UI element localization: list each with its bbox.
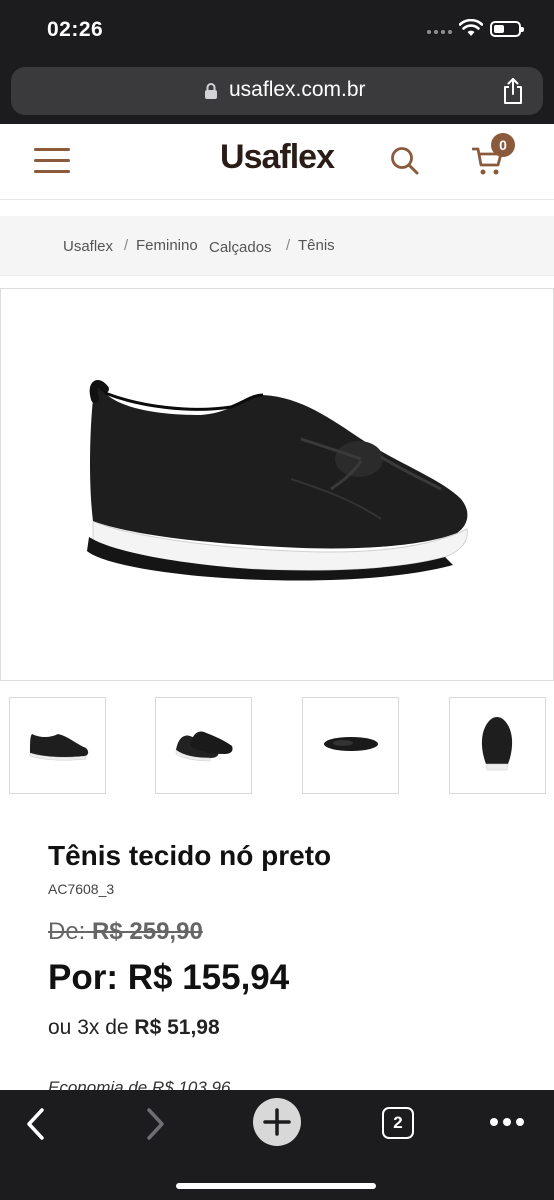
cart-count-badge: 0 [491, 133, 515, 157]
search-icon[interactable] [390, 146, 420, 176]
shoe-thumbnail-image [324, 737, 378, 751]
old-price-value: R$ 259,90 [92, 918, 203, 945]
site-header: Usaflex [0, 124, 554, 200]
forward-arrow-icon[interactable] [143, 1107, 167, 1141]
url-text: usaflex.com.br [229, 78, 366, 101]
breadcrumb: Usaflex / Feminino Calçados / Tênis [0, 216, 554, 276]
thumbnail-side-view[interactable] [9, 697, 106, 794]
ios-top-chrome: 02:26 usaflex.com.br [0, 0, 554, 124]
more-options-icon[interactable] [490, 1118, 524, 1126]
installments-prefix: ou 3x de [48, 1016, 129, 1039]
share-icon[interactable] [502, 77, 524, 105]
site-logo[interactable]: Usaflex [0, 138, 554, 177]
shoe-thumbnail-image [481, 717, 513, 771]
cellular-signal-icon [427, 30, 452, 34]
thumbnail-back-view[interactable] [449, 697, 546, 794]
tabs-count-button[interactable]: 2 [382, 1107, 414, 1139]
thumbnail-pair-view[interactable] [155, 697, 252, 794]
address-bar[interactable]: usaflex.com.br [11, 67, 543, 115]
product-sku: AC7608_3 [48, 881, 115, 897]
lock-icon [205, 83, 217, 99]
thumbnail-sole-view[interactable] [302, 697, 399, 794]
savings-text: Economia de R$ 103,96 [48, 1078, 231, 1090]
breadcrumb-item-calcados[interactable]: Calçados [209, 239, 272, 256]
wifi-icon [459, 19, 483, 36]
installments-value: R$ 51,98 [134, 1016, 220, 1039]
old-price: De: R$ 259,90 [48, 918, 203, 946]
product-main-image[interactable] [0, 288, 554, 681]
shoe-thumbnail-image [29, 734, 89, 761]
new-tab-button[interactable] [253, 1098, 301, 1146]
old-price-label: De: [48, 918, 86, 945]
breadcrumb-item-feminino[interactable]: Feminino [136, 237, 198, 254]
breadcrumb-separator: / [124, 237, 129, 254]
shoe-thumbnail-image [175, 731, 233, 762]
product-title: Tênis tecido nó preto [48, 840, 332, 871]
battery-icon [490, 21, 524, 37]
breadcrumb-item-tenis: Tênis [298, 237, 335, 254]
current-price: Por: R$ 155,94 [48, 958, 290, 997]
home-indicator [176, 1183, 376, 1189]
plus-icon [263, 1108, 291, 1136]
status-time: 02:26 [47, 18, 104, 41]
back-arrow-icon[interactable] [24, 1107, 48, 1141]
installments: ou 3x de R$ 51,98 [48, 1016, 220, 1040]
breadcrumb-item-usaflex[interactable]: Usaflex [63, 238, 113, 255]
shoe-side-illustration [87, 380, 468, 581]
breadcrumb-separator: / [286, 237, 291, 254]
